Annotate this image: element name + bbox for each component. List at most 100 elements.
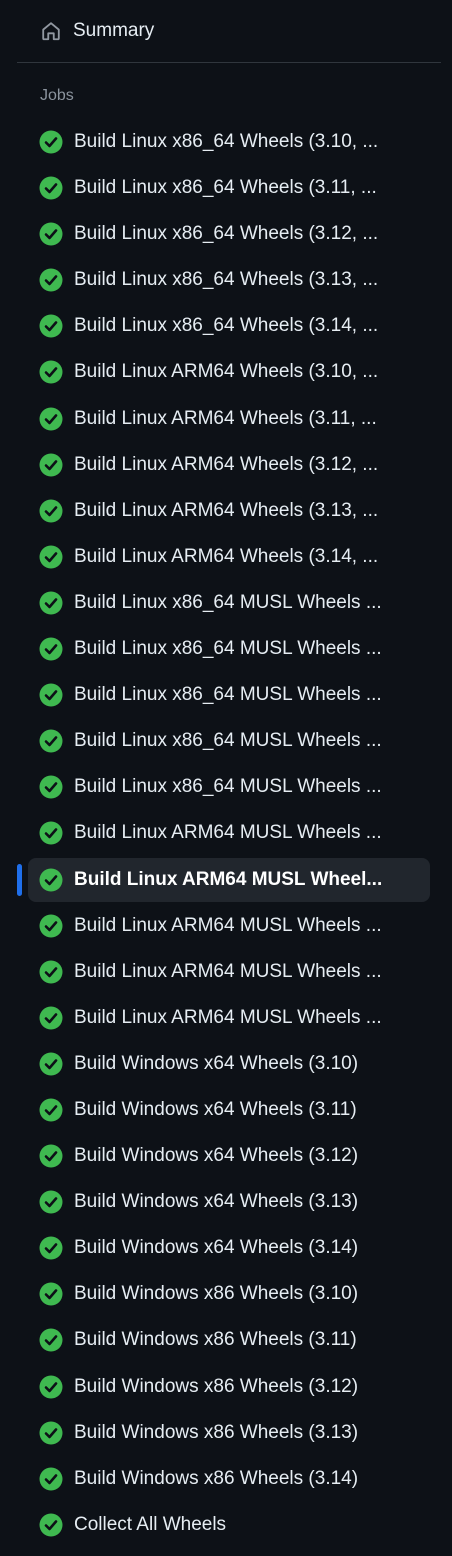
job-item[interactable]: Build Linux x86_64 Wheels (3.10, ... xyxy=(28,120,430,164)
job-label: Build Linux x86_64 Wheels (3.14, ... xyxy=(74,315,379,337)
success-check-icon xyxy=(39,1421,63,1445)
job-item[interactable]: Build Linux ARM64 MUSL Wheels ... xyxy=(28,904,430,948)
job-label: Build Linux ARM64 MUSL Wheels ... xyxy=(74,1006,382,1028)
job-label: Build Linux x86_64 Wheels (3.13, ... xyxy=(74,269,379,291)
workflow-sidebar: Summary Jobs Build Linux x86_64 Wheels (… xyxy=(0,0,452,1556)
job-label: Build Linux x86_64 Wheels (3.11, ... xyxy=(74,177,377,199)
job-item[interactable]: Build Linux ARM64 MUSL Wheels ... xyxy=(28,996,430,1040)
success-check-icon xyxy=(39,1098,63,1122)
success-check-icon xyxy=(39,775,63,799)
success-check-icon xyxy=(39,499,63,523)
success-check-icon xyxy=(39,914,63,938)
home-icon xyxy=(39,19,63,43)
job-item[interactable]: Build Linux x86_64 Wheels (3.11, ... xyxy=(28,166,430,210)
job-item[interactable]: Build Linux x86_64 Wheels (3.12, ... xyxy=(28,212,430,256)
success-check-icon xyxy=(39,268,63,292)
success-check-icon xyxy=(39,1190,63,1214)
job-item[interactable]: Build Linux ARM64 Wheels (3.12, ... xyxy=(28,443,430,487)
job-item[interactable]: Build Linux x86_64 Wheels (3.13, ... xyxy=(28,258,430,302)
job-label: Build Linux ARM64 Wheels (3.12, ... xyxy=(74,453,379,475)
success-check-icon xyxy=(39,637,63,661)
job-label: Collect All Wheels xyxy=(74,1513,227,1535)
job-label: Build Windows x64 Wheels (3.10) xyxy=(74,1052,359,1074)
job-item-selected[interactable]: Build Linux ARM64 MUSL Wheel... xyxy=(17,857,430,902)
job-item[interactable]: Build Linux ARM64 MUSL Wheels ... xyxy=(28,811,430,855)
success-check-icon xyxy=(39,1052,63,1076)
summary-label: Summary xyxy=(73,20,155,41)
success-check-icon xyxy=(39,453,63,477)
job-item[interactable]: Build Windows x86 Wheels (3.10) xyxy=(28,1272,430,1316)
job-item[interactable]: Build Linux ARM64 MUSL Wheels ... xyxy=(28,950,430,994)
job-item[interactable]: Build Windows x86 Wheels (3.13) xyxy=(28,1411,430,1455)
success-check-icon xyxy=(39,1282,63,1306)
job-label: Build Linux ARM64 MUSL Wheels ... xyxy=(74,822,382,844)
job-label: Build Linux ARM64 Wheels (3.11, ... xyxy=(74,407,377,429)
selected-indicator xyxy=(17,863,22,896)
job-item[interactable]: Build Linux ARM64 Wheels (3.14, ... xyxy=(28,535,430,579)
job-label: Build Windows x86 Wheels (3.14) xyxy=(74,1467,359,1489)
jobs-list: Build Linux x86_64 Wheels (3.10, ... Buil… xyxy=(17,120,430,1549)
job-label: Build Linux x86_64 MUSL Wheels ... xyxy=(74,776,382,798)
success-check-icon xyxy=(39,960,63,984)
job-item[interactable]: Build Windows x86 Wheels (3.14) xyxy=(28,1457,430,1501)
job-label: Build Linux ARM64 MUSL Wheels ... xyxy=(74,960,382,982)
success-check-icon xyxy=(39,1006,63,1030)
job-label: Build Linux x86_64 Wheels (3.12, ... xyxy=(74,223,379,245)
divider xyxy=(17,62,441,63)
job-label: Build Windows x64 Wheels (3.14) xyxy=(74,1237,359,1259)
success-check-icon xyxy=(39,1375,63,1399)
success-check-icon xyxy=(39,360,63,384)
job-label: Build Windows x64 Wheels (3.13) xyxy=(74,1191,359,1213)
job-label: Build Linux x86_64 MUSL Wheels ... xyxy=(74,638,382,660)
job-item[interactable]: Build Linux x86_64 MUSL Wheels ... xyxy=(28,719,430,763)
success-check-icon xyxy=(39,868,63,892)
success-check-icon xyxy=(39,130,63,154)
summary-link[interactable]: Summary xyxy=(28,8,430,54)
job-item[interactable]: Build Windows x64 Wheels (3.11) xyxy=(28,1088,430,1132)
job-label: Build Linux x86_64 MUSL Wheels ... xyxy=(74,730,382,752)
job-item[interactable]: Build Linux x86_64 Wheels (3.14, ... xyxy=(28,304,430,348)
job-item[interactable]: Build Linux ARM64 Wheels (3.13, ... xyxy=(28,489,430,533)
job-label: Build Windows x86 Wheels (3.11) xyxy=(74,1329,357,1351)
success-check-icon xyxy=(39,1467,63,1491)
success-check-icon xyxy=(39,1328,63,1352)
job-item[interactable]: Build Linux x86_64 MUSL Wheels ... xyxy=(28,581,430,625)
job-item[interactable]: Build Windows x64 Wheels (3.12) xyxy=(28,1134,430,1178)
success-check-icon xyxy=(39,1513,63,1537)
success-check-icon xyxy=(39,545,63,569)
job-label: Build Linux ARM64 Wheels (3.14, ... xyxy=(74,545,379,567)
job-label: Build Linux x86_64 MUSL Wheels ... xyxy=(74,684,382,706)
job-label: Build Windows x64 Wheels (3.11) xyxy=(74,1098,357,1120)
job-item[interactable]: Build Linux x86_64 MUSL Wheels ... xyxy=(28,627,430,671)
job-label: Build Linux x86_64 Wheels (3.10, ... xyxy=(74,131,379,152)
job-label: Build Linux ARM64 Wheels (3.13, ... xyxy=(74,499,379,521)
job-label: Build Linux ARM64 Wheels (3.10, ... xyxy=(74,361,379,383)
job-label: Build Windows x64 Wheels (3.12) xyxy=(74,1145,359,1167)
success-check-icon xyxy=(39,591,63,615)
jobs-heading: Jobs xyxy=(40,87,74,104)
job-label: Build Linux x86_64 MUSL Wheels ... xyxy=(74,591,382,613)
job-item[interactable]: Build Windows x64 Wheels (3.10) xyxy=(28,1042,430,1086)
job-label: Build Windows x86 Wheels (3.12) xyxy=(74,1375,359,1397)
job-item[interactable]: Build Linux ARM64 Wheels (3.11, ... xyxy=(28,397,430,441)
success-check-icon xyxy=(39,1236,63,1260)
success-check-icon xyxy=(39,729,63,753)
job-label: Build Windows x86 Wheels (3.10) xyxy=(74,1283,359,1305)
success-check-icon xyxy=(39,1144,63,1168)
job-label: Build Linux ARM64 MUSL Wheel... xyxy=(74,868,383,890)
job-label: Build Windows x86 Wheels (3.13) xyxy=(74,1421,359,1443)
job-item[interactable]: Build Windows x86 Wheels (3.12) xyxy=(28,1365,430,1409)
job-item[interactable]: Collect All Wheels xyxy=(28,1503,430,1547)
success-check-icon xyxy=(39,314,63,338)
success-check-icon xyxy=(39,821,63,845)
job-item[interactable]: Build Linux x86_64 MUSL Wheels ... xyxy=(28,765,430,809)
job-item[interactable]: Build Linux x86_64 MUSL Wheels ... xyxy=(28,673,430,717)
job-label: Build Linux ARM64 MUSL Wheels ... xyxy=(74,914,382,936)
success-check-icon xyxy=(39,407,63,431)
job-item[interactable]: Build Linux ARM64 Wheels (3.10, ... xyxy=(28,350,430,394)
success-check-icon xyxy=(39,176,63,200)
success-check-icon xyxy=(39,683,63,707)
job-item[interactable]: Build Windows x64 Wheels (3.13) xyxy=(28,1180,430,1224)
job-item[interactable]: Build Windows x64 Wheels (3.14) xyxy=(28,1226,430,1270)
job-item[interactable]: Build Windows x86 Wheels (3.11) xyxy=(28,1318,430,1362)
